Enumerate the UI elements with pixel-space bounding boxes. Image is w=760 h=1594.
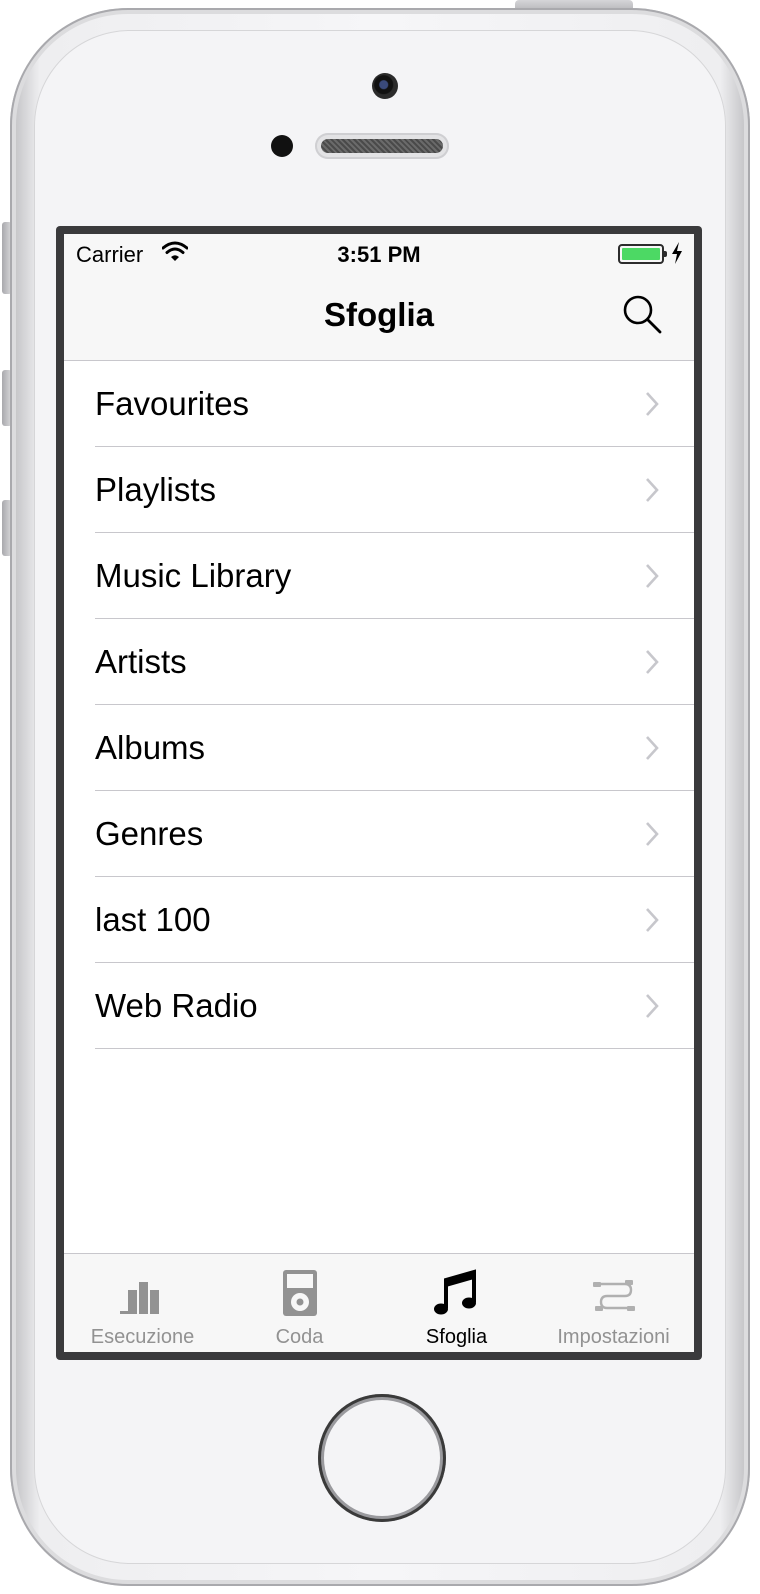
menu-item-last-100[interactable]: last 100	[64, 877, 694, 963]
ipod-icon	[282, 1270, 317, 1316]
proximity-sensor	[271, 135, 293, 157]
page-title: Sfoglia	[323, 296, 434, 333]
home-button[interactable]	[318, 1394, 446, 1522]
menu-item-label: Web Radio	[95, 987, 258, 1024]
chevron-right-icon	[646, 650, 659, 674]
front-camera-icon	[372, 73, 398, 99]
app-screen: Carrier 3:51 PM Sfoglia Favourites Playl…	[64, 234, 694, 1352]
chevron-right-icon	[646, 564, 659, 588]
chevron-right-icon	[646, 908, 659, 932]
browse-menu-list: Favourites Playlists Music Library Artis…	[64, 361, 694, 1049]
menu-item-label: Favourites	[95, 385, 250, 422]
search-icon[interactable]	[620, 292, 664, 336]
tab-label: Impostazioni	[557, 1326, 670, 1348]
tab-label: Esecuzione	[90, 1326, 195, 1348]
menu-item-label: Artists	[95, 643, 187, 680]
chevron-right-icon	[646, 736, 659, 760]
menu-item-music-library[interactable]: Music Library	[64, 533, 694, 619]
menu-item-label: Music Library	[95, 557, 292, 594]
tab-sfoglia[interactable]: Sfoglia	[378, 1254, 535, 1352]
menu-item-label: last 100	[95, 901, 211, 938]
menu-item-artists[interactable]: Artists	[64, 619, 694, 705]
battery-level	[622, 248, 660, 260]
chevron-right-icon	[646, 822, 659, 846]
tab-esecuzione[interactable]: Esecuzione	[64, 1254, 221, 1352]
tab-bar: Esecuzione Coda Sfoglia Impostazioni	[64, 1253, 694, 1352]
menu-item-playlists[interactable]: Playlists	[64, 447, 694, 533]
status-bar: Carrier 3:51 PM	[64, 234, 694, 274]
menu-item-web-radio[interactable]: Web Radio	[64, 963, 694, 1049]
chevron-right-icon	[646, 994, 659, 1018]
battery-tip	[664, 251, 667, 257]
menu-item-label: Playlists	[95, 471, 217, 508]
earpiece-speaker	[315, 133, 449, 159]
clock: 3:51 PM	[337, 242, 421, 267]
chevron-right-icon	[646, 478, 659, 502]
menu-item-favourites[interactable]: Favourites	[64, 361, 694, 447]
tab-label: Coda	[275, 1326, 324, 1348]
cables-icon	[592, 1280, 635, 1311]
music-note-icon	[433, 1269, 476, 1315]
menu-item-albums[interactable]: Albums	[64, 705, 694, 791]
charging-bolt-icon	[672, 242, 682, 264]
chevron-right-icon	[646, 392, 659, 416]
tab-coda[interactable]: Coda	[221, 1254, 378, 1352]
tab-impostazioni[interactable]: Impostazioni	[535, 1254, 692, 1352]
menu-item-label: Albums	[95, 729, 206, 766]
battery-icon	[618, 244, 667, 264]
menu-item-genres[interactable]: Genres	[64, 791, 694, 877]
tab-label: Sfoglia	[425, 1326, 488, 1348]
menu-item-label: Genres	[95, 815, 204, 852]
navigation-bar: Sfoglia	[64, 274, 694, 361]
bar-chart-icon	[119, 1282, 159, 1314]
